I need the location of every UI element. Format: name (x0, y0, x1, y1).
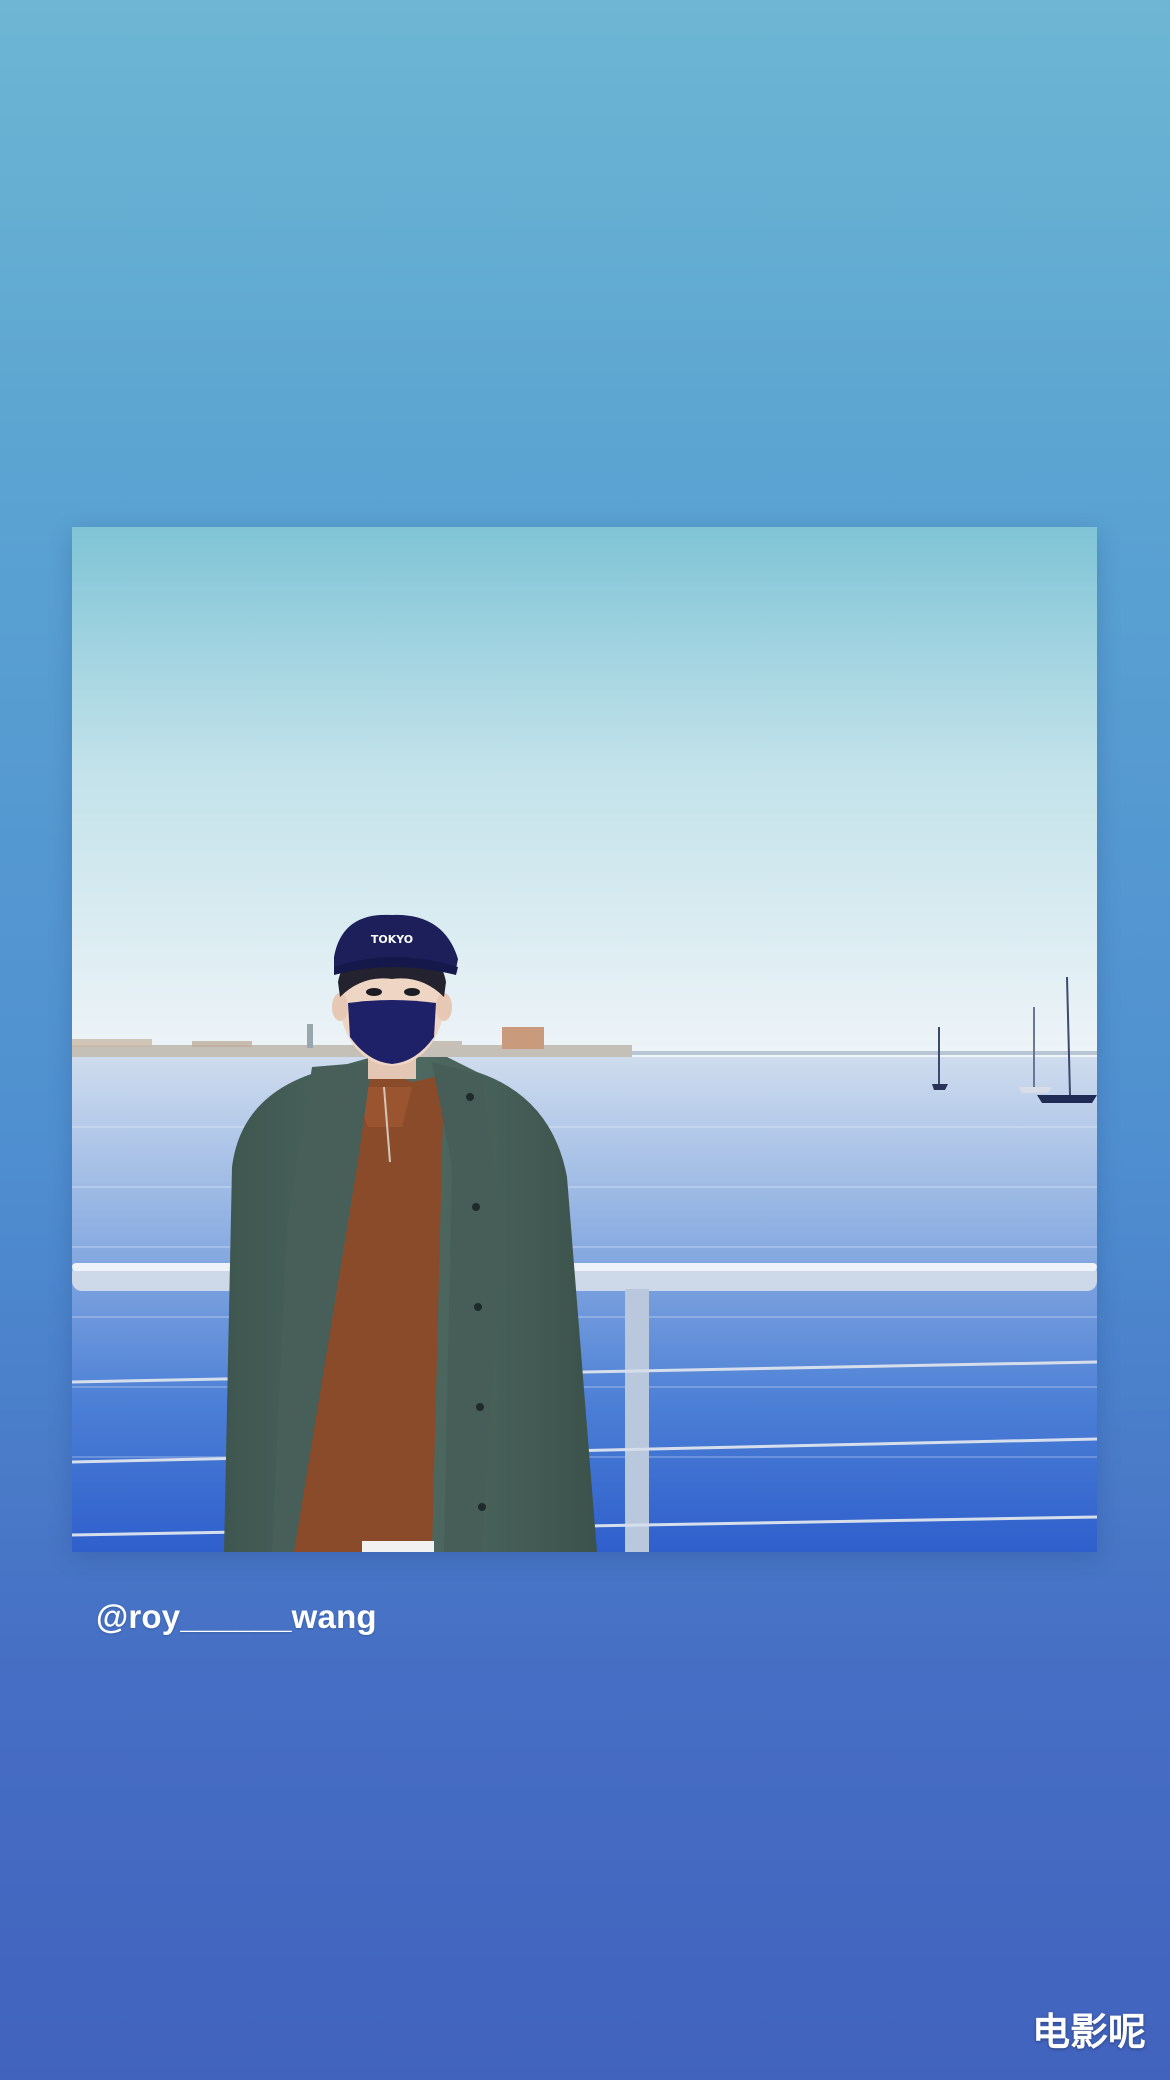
cap-logo-text: TOKYO (371, 933, 413, 946)
watermark-logo: 电影呢 (1031, 2010, 1146, 2054)
sky (72, 527, 1097, 1057)
photo-scene: TOKYO (72, 527, 1097, 1552)
user-mention-tag[interactable]: @roy______wang (96, 1592, 377, 1642)
story-photo[interactable]: TOKYO (72, 527, 1097, 1552)
